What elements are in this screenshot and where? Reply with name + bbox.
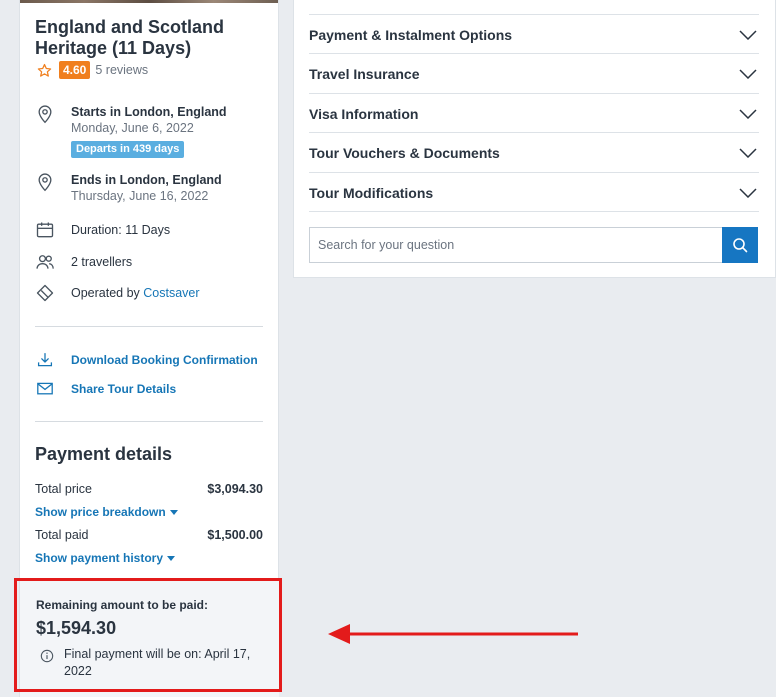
calendar-icon [36,222,54,238]
total-price-label: Total price [35,482,92,496]
show-payment-history-label: Show payment history [35,551,164,565]
faq-label: Tour Modifications [309,184,434,201]
total-price-value: $3,094.30 [207,482,263,496]
total-paid-row: Total paid $1,500.00 [35,528,263,542]
operator-text: Operated by Costsaver [71,285,200,301]
chevron-down-icon [739,108,757,119]
caret-down-icon [169,509,178,515]
download-confirmation-label: Download Booking Confirmation [71,353,258,367]
show-payment-history-link[interactable]: Show payment history [35,551,176,565]
download-icon [37,352,53,367]
tag-icon [36,284,54,302]
faq-card: Payment & Instalment Options Travel Insu… [293,0,776,278]
chevron-down-icon [739,187,757,198]
travellers: 2 travellers [71,255,133,269]
highlight-frame [14,578,282,692]
share-tour-link[interactable]: Share Tour Details [35,381,176,397]
total-paid-label: Total paid [35,528,89,542]
reviews-count[interactable]: 5 reviews [95,63,148,77]
location-pin-icon [38,173,52,192]
rating-row: 4.60 5 reviews [37,61,148,79]
faq-label: Tour Vouchers & Documents [309,144,500,161]
start-location-row: Starts in London, England Monday, June 6… [35,104,227,158]
faq-search [309,227,758,263]
faq-label: Travel Insurance [309,65,420,82]
end-location-row: Ends in London, England Thursday, June 1… [35,172,222,205]
rating-badge: 4.60 [59,61,91,79]
start-location: Starts in London, England [71,105,227,119]
chevron-down-icon [739,147,757,158]
caret-down-icon [167,555,176,561]
download-confirmation-link[interactable]: Download Booking Confirmation [35,352,258,368]
faq-item-visa-information[interactable]: Visa Information [309,93,759,133]
faq-label: Payment & Instalment Options [309,26,513,43]
faq-item-travel-insurance[interactable]: Travel Insurance [309,53,759,93]
divider [35,421,263,422]
search-icon [733,238,748,253]
people-icon [36,255,54,269]
envelope-icon [37,382,53,395]
faq-item-vouchers-documents[interactable]: Tour Vouchers & Documents [309,132,759,172]
chevron-down-icon [739,29,757,40]
total-paid-value: $1,500.00 [207,528,263,542]
show-price-breakdown-label: Show price breakdown [35,505,166,519]
start-date: Monday, June 6, 2022 [71,121,194,135]
location-pin-icon [38,105,52,124]
operator-row: Operated by Costsaver [35,283,200,303]
operator-link[interactable]: Costsaver [143,286,199,300]
divider [309,211,759,212]
show-price-breakdown-link[interactable]: Show price breakdown [35,505,178,519]
tour-photo [20,0,278,3]
divider [35,326,263,327]
payment-details-heading: Payment details [35,444,173,464]
faq-search-button[interactable] [722,227,758,263]
end-date: Thursday, June 16, 2022 [71,189,209,203]
duration-row: Duration: 11 Days [35,220,170,240]
departs-badge: Departs in 439 days [71,141,185,158]
travellers-row: 2 travellers [35,252,132,272]
star-icon [37,63,52,77]
tour-title: England and Scotland Heritage (11 Days) [35,17,225,58]
chevron-down-icon [739,68,757,79]
faq-search-input[interactable] [309,227,722,263]
end-location: Ends in London, England [71,173,222,187]
faq-label: Visa Information [309,105,419,122]
share-tour-label: Share Tour Details [71,382,177,396]
operator-prefix: Operated by [71,286,144,300]
faq-item-tour-modifications[interactable]: Tour Modifications [309,172,759,212]
duration: Duration: 11 Days [71,223,171,237]
total-price-row: Total price $3,094.30 [35,482,263,496]
faq-item-payment-options[interactable]: Payment & Instalment Options [309,14,759,54]
arrow-left-icon [328,624,578,644]
